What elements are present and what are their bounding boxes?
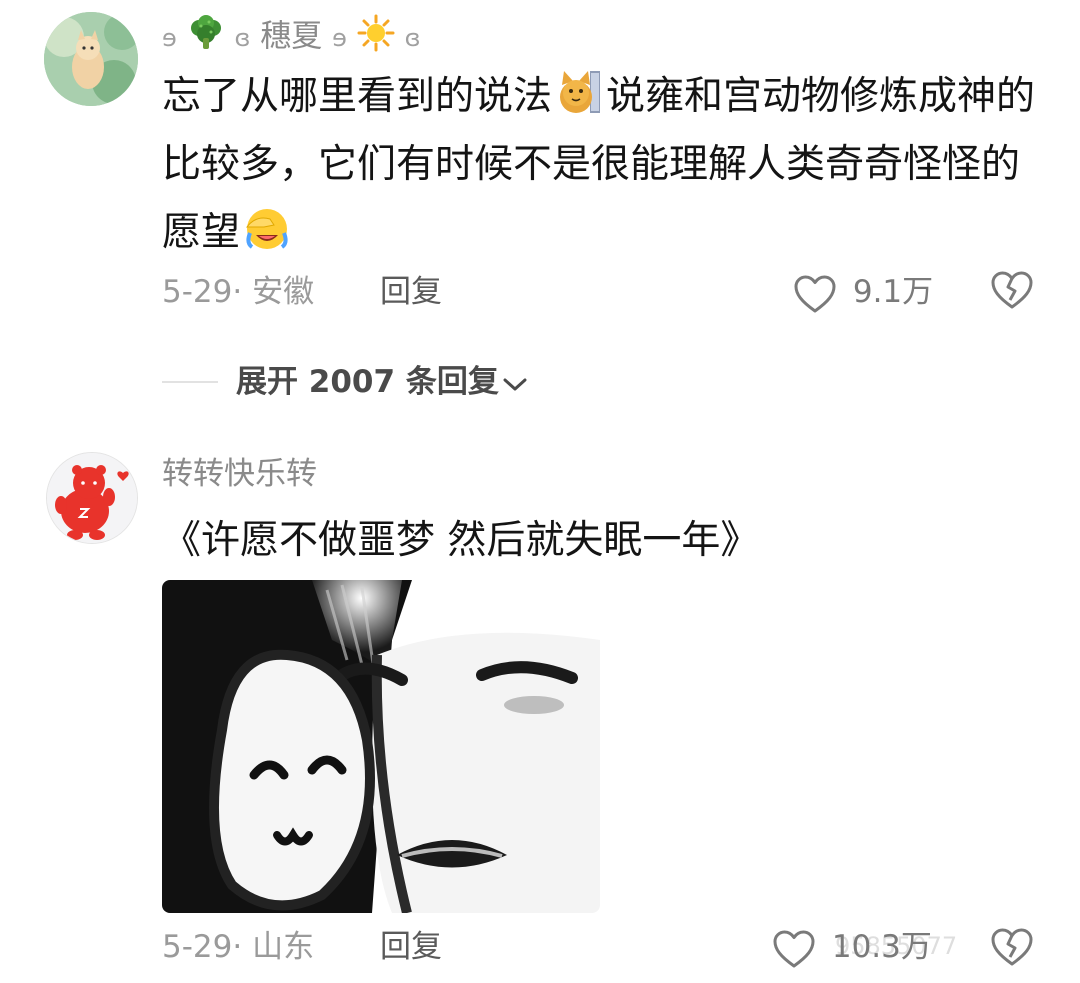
heart-icon [793, 274, 853, 312]
divider [162, 381, 218, 383]
meme-sticker-image[interactable] [162, 580, 600, 913]
comment-list: ɘ ɞ 穗夏 ɘ ɞ 忘了从哪里看到的说法 说雍和宫动物修炼成神的比较多，它们有… [0, 0, 1080, 983]
broken-heart-icon [990, 928, 1034, 973]
sun-icon [357, 14, 395, 62]
cat-emoji-icon [556, 69, 602, 115]
like-button[interactable]: 9.1万 [793, 272, 933, 314]
reply-button[interactable]: 回复 [380, 272, 442, 312]
like-count: 9.1万 [852, 274, 934, 310]
comment-text: 《许愿不做噩梦 然后就失眠一年》 [162, 518, 760, 563]
date-location: 5-29· 山东 [162, 929, 315, 965]
like-button[interactable]: 10.3万 [772, 927, 932, 969]
username[interactable]: ɘ ɞ 穗夏 ɘ ɞ [162, 14, 421, 62]
username[interactable]: 转转快乐转 [162, 454, 317, 494]
comment-text: 忘了从哪里看到的说法 说雍和宫动物修炼成神的比较多，它们有时候不是很能理解人类奇… [162, 63, 1042, 267]
facepalm-crying-emoji-icon [244, 205, 290, 251]
broccoli-icon [187, 14, 225, 62]
avatar[interactable] [44, 12, 138, 106]
comment-meta: 5-29· 山东 回复 [162, 927, 442, 967]
avatar[interactable] [46, 452, 138, 544]
dislike-button[interactable] [990, 268, 1034, 316]
heart-icon [772, 929, 832, 967]
reply-button[interactable]: 回复 [380, 927, 442, 967]
like-count: 10.3万 [831, 929, 932, 965]
dislike-button[interactable] [990, 925, 1034, 973]
broken-heart-icon [990, 271, 1034, 316]
expand-replies-button[interactable]: 展开 2007 条回复 [236, 362, 529, 402]
comment-meta: 5-29· 安徽 回复 [162, 272, 442, 312]
chevron-down-icon [499, 364, 529, 400]
date-location: 5-29· 安徽 [162, 274, 315, 310]
